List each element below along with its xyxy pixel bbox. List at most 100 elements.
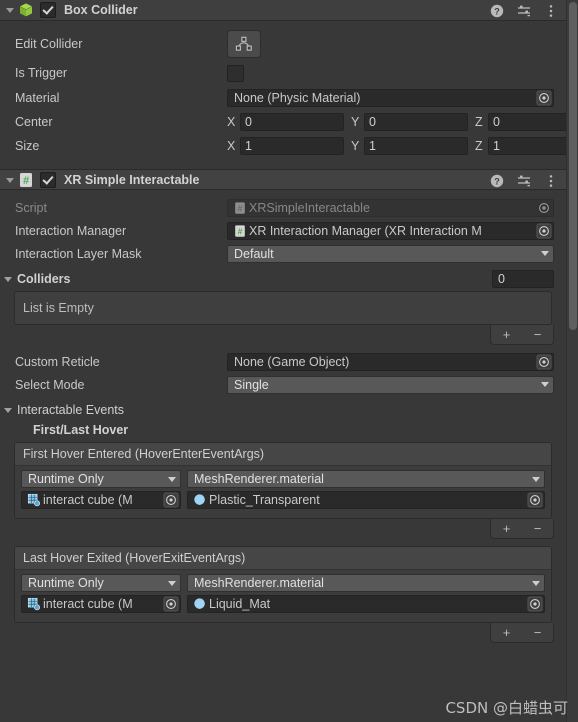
- vertical-scrollbar[interactable]: [566, 0, 578, 722]
- unity-inspector-panel: Box Collider ? Edit Collider Is Trigger …: [0, 0, 578, 722]
- script-value: XRSimpleInteractable: [249, 200, 370, 215]
- center-x-input[interactable]: 0: [240, 113, 344, 131]
- component-header-xr-simple-interactable[interactable]: # XR Simple Interactable ?: [0, 169, 566, 190]
- interactable-events-label: Interactable Events: [17, 403, 125, 417]
- preset-settings-icon[interactable]: [517, 4, 531, 18]
- is-trigger-label: Is Trigger: [15, 66, 68, 80]
- custom-reticle-object-field[interactable]: None (Game Object): [227, 352, 554, 371]
- scrollbar-thumb[interactable]: [569, 2, 577, 330]
- header-tools-xr-simple-interactable: ?: [490, 170, 558, 191]
- interaction-layer-mask-dropdown[interactable]: Default: [227, 244, 554, 263]
- target-object-field[interactable]: interact cube (M: [21, 595, 181, 613]
- argument-object-field[interactable]: Plastic_Transparent: [187, 491, 545, 509]
- object-picker-icon[interactable]: [163, 492, 179, 508]
- custom-reticle-value: None (Game Object): [234, 354, 350, 369]
- event-block-last-hover-exited: Last Hover Exited (HoverExitEventArgs) R…: [14, 546, 552, 623]
- center-y-input[interactable]: 0: [364, 113, 468, 131]
- row-size: Size X 1 Y 1 Z 1: [0, 134, 566, 158]
- material-sphere-icon: [194, 598, 205, 609]
- component-header-box-collider[interactable]: Box Collider ?: [0, 0, 566, 21]
- header-tools-box-collider: ?: [490, 0, 558, 21]
- size-z-input[interactable]: 1: [488, 137, 566, 155]
- first-last-hover-group-label: First/Last Hover: [33, 423, 129, 437]
- center-z-input[interactable]: 0: [488, 113, 566, 131]
- row-center: Center X 0 Y 0 Z 0: [0, 110, 566, 134]
- help-icon[interactable]: ?: [490, 4, 504, 18]
- function-dropdown[interactable]: MeshRenderer.material: [187, 574, 545, 592]
- center-label: Center: [15, 115, 53, 129]
- colliders-label: Colliders: [17, 272, 71, 286]
- object-picker-icon[interactable]: [163, 596, 179, 612]
- box-collider-cube-icon: [20, 3, 32, 17]
- colliders-empty-text: List is Empty: [23, 301, 94, 315]
- interactable-events-foldout[interactable]: Interactable Events: [0, 400, 566, 420]
- size-axis-z-label: Z: [475, 139, 483, 153]
- center-axis-z-label: Z: [475, 115, 483, 129]
- material-object-field[interactable]: None (Physic Material): [227, 88, 554, 107]
- argument-value: Plastic_Transparent: [209, 493, 320, 507]
- center-axis-y-label: Y: [351, 115, 360, 129]
- target-object-value: interact cube (M: [43, 597, 133, 611]
- chevron-down-icon: [532, 476, 540, 482]
- event-add-button[interactable]: +: [503, 626, 511, 639]
- box-collider-enabled-checkbox[interactable]: [40, 2, 56, 18]
- center-axis-x-label: X: [227, 115, 236, 129]
- interaction-manager-label: Interaction Manager: [15, 223, 127, 238]
- foldout-arrow-icon[interactable]: [4, 174, 16, 186]
- edit-collider-button[interactable]: [227, 30, 261, 58]
- event-header: First Hover Entered (HoverEnterEventArgs…: [15, 443, 551, 466]
- size-x-input[interactable]: 1: [240, 137, 344, 155]
- argument-object-field[interactable]: Liquid_Mat: [187, 595, 545, 613]
- event-remove-button[interactable]: −: [534, 522, 542, 535]
- svg-text:#: #: [238, 226, 243, 236]
- row-material: Material None (Physic Material): [0, 85, 566, 110]
- chevron-down-icon: [168, 476, 176, 482]
- object-picker-icon[interactable]: [536, 90, 552, 106]
- event-add-button[interactable]: +: [503, 522, 511, 535]
- object-picker-icon: [536, 200, 552, 216]
- call-state-dropdown[interactable]: Runtime Only: [21, 470, 181, 488]
- object-picker-icon[interactable]: [527, 596, 543, 612]
- function-dropdown[interactable]: MeshRenderer.material: [187, 470, 545, 488]
- size-y-input[interactable]: 1: [364, 137, 468, 155]
- select-mode-dropdown[interactable]: Single: [227, 375, 554, 394]
- is-trigger-checkbox[interactable]: [227, 64, 244, 82]
- cs-script-icon: #: [235, 201, 245, 214]
- call-state-value: Runtime Only: [28, 576, 104, 590]
- help-icon[interactable]: ?: [490, 174, 504, 188]
- preset-settings-icon[interactable]: [517, 174, 531, 188]
- more-menu-icon[interactable]: [544, 4, 558, 18]
- row-select-mode: Select Mode Single: [0, 373, 566, 396]
- chevron-down-icon: [541, 251, 549, 256]
- interaction-manager-value: XR Interaction Manager (XR Interaction M: [249, 223, 482, 238]
- colliders-remove-button[interactable]: −: [534, 328, 542, 341]
- target-object-field[interactable]: interact cube (M: [21, 491, 181, 509]
- box-collider-title: Box Collider: [64, 3, 138, 17]
- script-object-field: # XRSimpleInteractable: [227, 198, 554, 217]
- mesh-renderer-icon: [27, 493, 41, 507]
- object-picker-icon[interactable]: [536, 223, 552, 239]
- chevron-down-icon: [541, 382, 549, 387]
- event-row-call-function: Runtime Only MeshRenderer.material: [21, 470, 545, 488]
- colliders-size-input[interactable]: 0: [492, 270, 554, 288]
- object-picker-icon[interactable]: [527, 492, 543, 508]
- event-block-first-hover-entered: First Hover Entered (HoverEnterEventArgs…: [14, 442, 552, 519]
- colliders-add-button[interactable]: +: [503, 328, 511, 341]
- more-menu-icon[interactable]: [544, 174, 558, 188]
- row-script: Script # XRSimpleInteractable: [0, 196, 566, 219]
- interaction-manager-object-field[interactable]: # XR Interaction Manager (XR Interaction…: [227, 221, 554, 240]
- select-mode-value: Single: [234, 377, 269, 392]
- call-state-dropdown[interactable]: Runtime Only: [21, 574, 181, 592]
- foldout-arrow-icon[interactable]: [4, 4, 16, 16]
- colliders-empty-list: List is Empty: [14, 291, 552, 325]
- object-picker-icon[interactable]: [536, 354, 552, 370]
- chevron-down-icon: [168, 580, 176, 586]
- edit-collider-label: Edit Collider: [15, 37, 83, 51]
- row-edit-collider: Edit Collider: [0, 27, 566, 61]
- foldout-arrow-icon[interactable]: [3, 274, 14, 285]
- event-remove-button[interactable]: −: [534, 626, 542, 639]
- xr-simple-interactable-enabled-checkbox[interactable]: [40, 171, 56, 188]
- xr-simple-interactable-title: XR Simple Interactable: [64, 172, 200, 187]
- foldout-arrow-icon[interactable]: [3, 405, 14, 416]
- colliders-foldout[interactable]: Colliders 0: [0, 269, 566, 289]
